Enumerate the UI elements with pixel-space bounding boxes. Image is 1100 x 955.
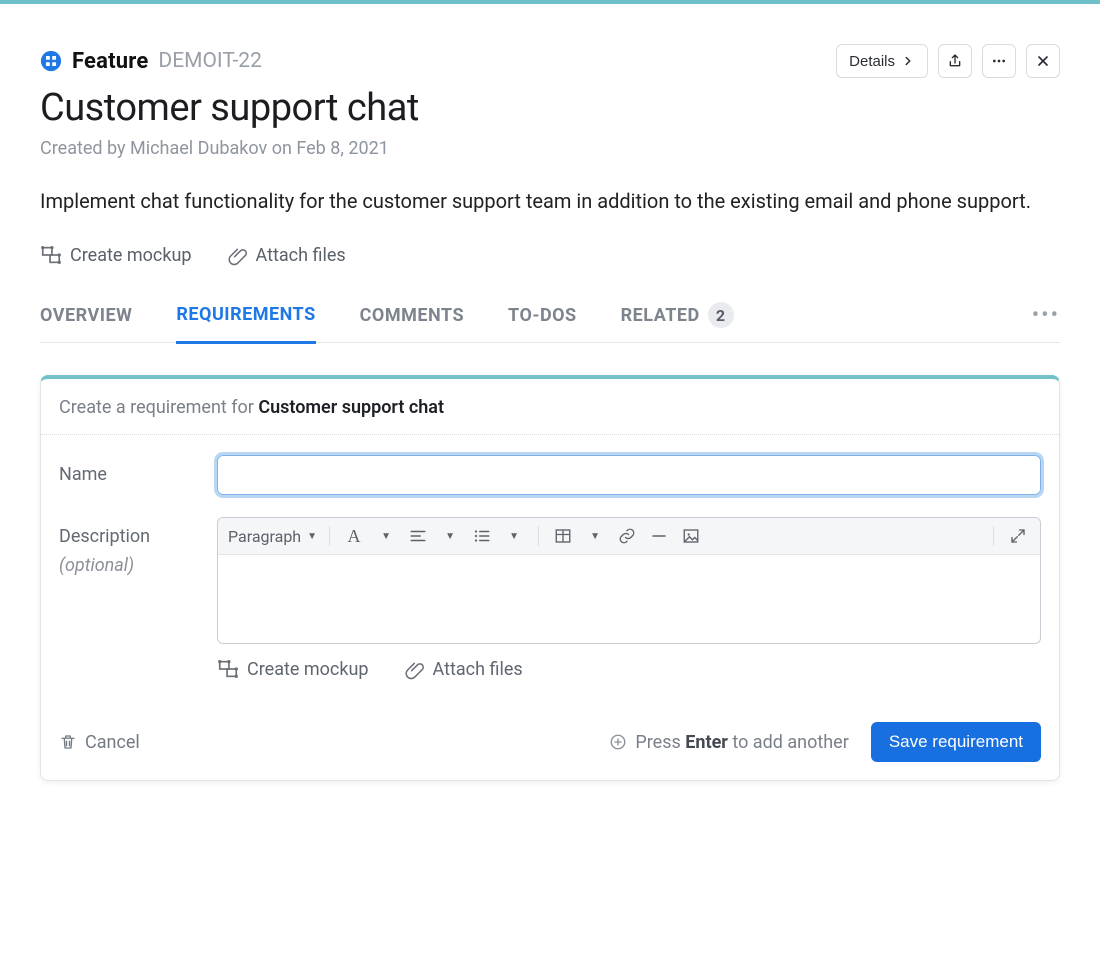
save-requirement-label: Save requirement — [889, 732, 1023, 751]
share-icon — [947, 53, 963, 69]
name-input[interactable] — [217, 455, 1041, 495]
create-mockup-label: Create mockup — [70, 245, 192, 266]
optional-label: (optional) — [59, 554, 199, 577]
expand-icon — [1009, 527, 1027, 545]
toolbar-image-button[interactable] — [679, 524, 703, 548]
panel-attach-files-action[interactable]: Attach files — [405, 658, 523, 680]
toolbar-table-button[interactable] — [551, 524, 575, 548]
mockup-icon — [40, 244, 62, 266]
name-label: Name — [59, 455, 199, 486]
meta-line: Created by Michael Dubakov on Feb 8, 202… — [40, 138, 1060, 159]
add-another-hint: Press Enter to add another — [609, 732, 848, 753]
create-mockup-action[interactable]: Create mockup — [40, 244, 192, 266]
page-title: Customer support chat — [40, 86, 1060, 130]
paperclip-icon — [405, 659, 425, 679]
details-button-label: Details — [849, 53, 895, 70]
more-button[interactable] — [982, 44, 1016, 78]
toolbar-align-caret[interactable]: ▼ — [438, 524, 462, 548]
tabs-more-button[interactable]: ••• — [1032, 303, 1060, 342]
caret-down-icon: ▼ — [307, 531, 317, 542]
link-icon — [618, 527, 636, 545]
share-button[interactable] — [938, 44, 972, 78]
image-icon — [682, 527, 700, 545]
tab-related-badge: 2 — [708, 302, 734, 328]
editor-toolbar: Paragraph ▼ A ▼ — [218, 518, 1040, 555]
app-icon — [40, 50, 62, 72]
toolbar-link-button[interactable] — [615, 524, 639, 548]
tab-requirements[interactable]: REQUIREMENTS — [176, 302, 315, 344]
description-label: Description — [59, 526, 150, 547]
panel-create-mockup-action[interactable]: Create mockup — [217, 658, 369, 680]
chevron-right-icon — [901, 54, 915, 68]
paperclip-icon — [228, 245, 248, 265]
horizontal-rule-icon — [650, 527, 668, 545]
attach-files-label: Attach files — [256, 245, 346, 266]
toolbar-list-button[interactable] — [470, 524, 494, 548]
attach-files-action[interactable]: Attach files — [228, 244, 346, 266]
panel-heading: Create a requirement for Customer suppor… — [41, 379, 1059, 435]
more-horizontal-icon — [990, 53, 1008, 69]
toolbar-align-button[interactable] — [406, 524, 430, 548]
panel-create-mockup-label: Create mockup — [247, 659, 369, 680]
toolbar-table-caret[interactable]: ▼ — [583, 524, 607, 548]
plus-circle-icon — [609, 733, 627, 751]
close-icon — [1035, 53, 1051, 69]
tab-related[interactable]: RELATED 2 — [621, 302, 734, 342]
list-icon — [473, 527, 491, 545]
issue-key: DEMOIT-22 — [158, 49, 261, 73]
create-requirement-panel: Create a requirement for Customer suppor… — [40, 375, 1060, 781]
toolbar-expand-button[interactable] — [1006, 524, 1030, 548]
toolbar-textcolor-caret[interactable]: ▼ — [374, 524, 398, 548]
separator — [538, 526, 539, 546]
mockup-icon — [217, 658, 239, 680]
tabs: OVERVIEW REQUIREMENTS COMMENTS TO-DOS RE… — [40, 302, 734, 342]
separator — [993, 526, 994, 546]
tab-overview[interactable]: OVERVIEW — [40, 302, 132, 342]
tab-todos[interactable]: TO-DOS — [508, 302, 577, 342]
type-label: Feature — [72, 49, 148, 74]
save-requirement-button[interactable]: Save requirement — [871, 722, 1041, 762]
toolbar-hr-button[interactable] — [647, 524, 671, 548]
tab-comments[interactable]: COMMENTS — [360, 302, 464, 342]
separator — [329, 526, 330, 546]
cancel-label: Cancel — [85, 732, 140, 753]
toolbar-textcolor-button[interactable]: A — [342, 524, 366, 548]
description-text: Implement chat functionality for the cus… — [40, 187, 1060, 216]
description-input[interactable] — [218, 555, 1040, 643]
table-icon — [554, 527, 572, 545]
toolbar-list-caret[interactable]: ▼ — [502, 524, 526, 548]
description-editor: Paragraph ▼ A ▼ — [217, 517, 1041, 644]
cancel-button[interactable]: Cancel — [59, 732, 140, 753]
details-button[interactable]: Details — [836, 44, 928, 78]
panel-attach-files-label: Attach files — [433, 659, 523, 680]
toolbar-paragraph-dropdown[interactable]: Paragraph ▼ — [228, 527, 317, 546]
close-button[interactable] — [1026, 44, 1060, 78]
trash-icon — [59, 733, 77, 751]
align-left-icon — [409, 527, 427, 545]
